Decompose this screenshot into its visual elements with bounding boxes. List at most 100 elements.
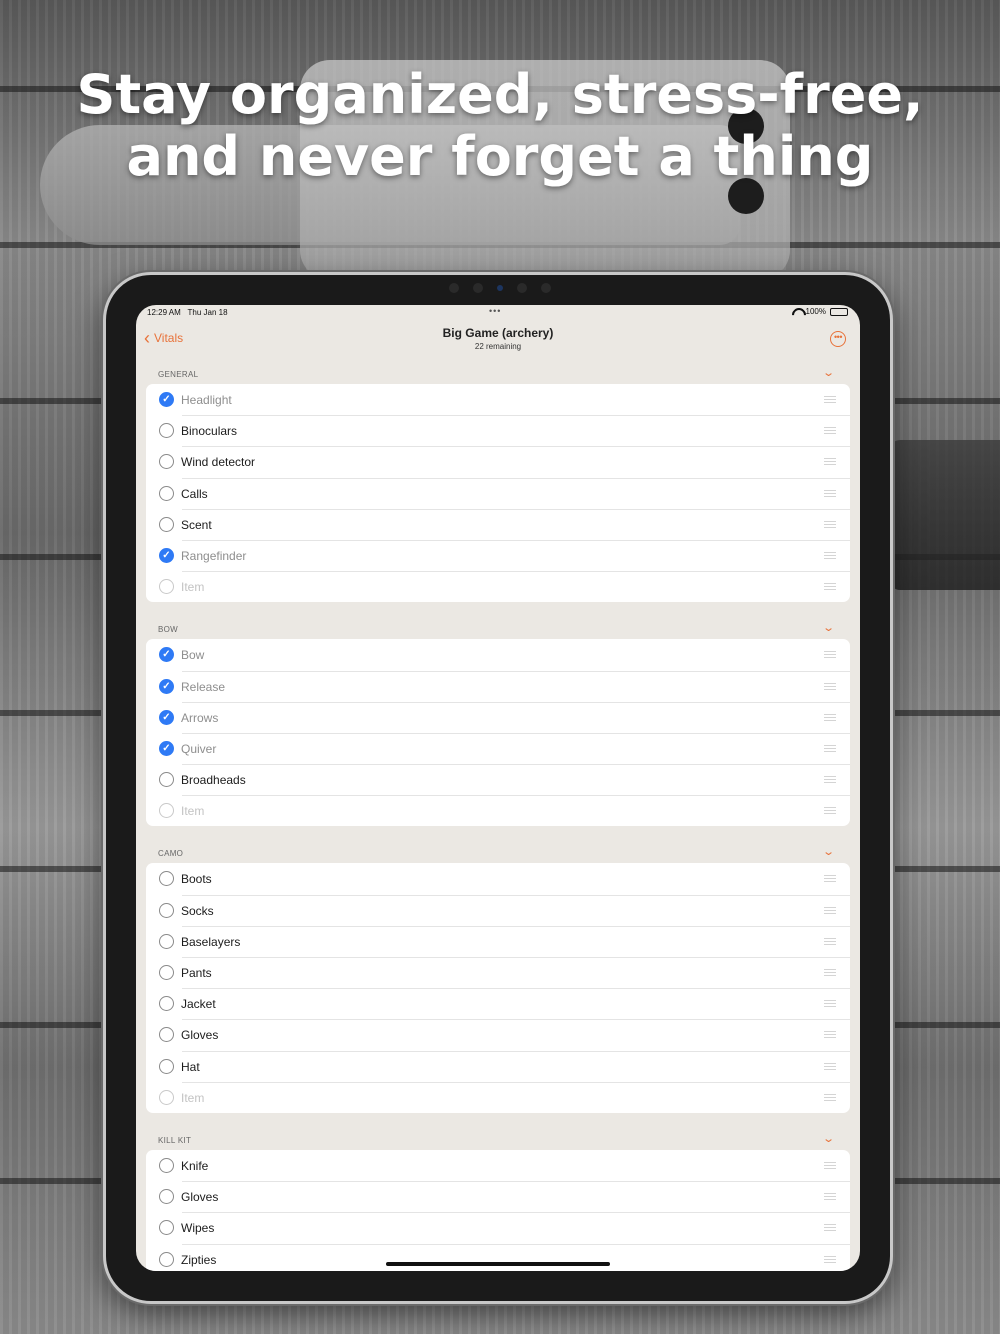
empty-circle-icon[interactable] (159, 1027, 174, 1043)
new-item-placeholder[interactable]: Item (181, 1091, 204, 1105)
list-item[interactable]: Hat (146, 1050, 850, 1082)
empty-circle-icon[interactable] (159, 1089, 174, 1105)
checked-circle-icon[interactable]: ✓ (159, 547, 174, 563)
chevron-down-icon[interactable]: ⌄ (823, 621, 836, 634)
drag-handle-icon[interactable] (824, 396, 836, 403)
section-header[interactable]: KILL KIT ⌄ (136, 1133, 860, 1150)
drag-handle-icon[interactable] (824, 1000, 836, 1008)
new-item-row[interactable]: Item (146, 1081, 850, 1113)
empty-circle-icon[interactable] (159, 454, 174, 470)
empty-circle-icon[interactable] (159, 516, 174, 532)
empty-circle-icon[interactable] (159, 871, 174, 887)
section-header[interactable]: BOW ⌄ (136, 622, 860, 639)
drag-handle-icon[interactable] (824, 489, 836, 497)
item-label: Headlight (181, 393, 232, 407)
empty-circle-icon[interactable] (159, 933, 174, 949)
list-item[interactable]: ✓ Headlight (146, 384, 850, 415)
empty-circle-icon[interactable] (159, 1251, 174, 1267)
drag-handle-icon[interactable] (824, 1161, 836, 1169)
drag-handle-icon[interactable] (824, 458, 836, 466)
list-item[interactable]: Zipties (146, 1243, 850, 1272)
drag-handle-icon[interactable] (824, 551, 836, 559)
item-label: Jacket (181, 997, 216, 1012)
drag-handle-icon[interactable] (824, 583, 836, 591)
new-item-row[interactable]: Item (146, 571, 850, 602)
chevron-down-icon[interactable]: ⌄ (823, 366, 836, 379)
list-item[interactable]: ✓ Release (146, 670, 850, 702)
chevron-down-icon[interactable]: ⌄ (823, 845, 836, 858)
empty-circle-icon[interactable] (159, 803, 174, 819)
empty-circle-icon[interactable] (159, 485, 174, 501)
list-item[interactable]: Gloves (146, 1019, 850, 1050)
section-bow: BOW ⌄ ✓ Bow ✓ Release ✓ Arrows ✓ Quiver Broadheads… (136, 622, 860, 827)
chevron-down-icon[interactable]: ⌄ (823, 1132, 836, 1145)
drag-handle-icon[interactable] (824, 906, 836, 914)
drag-handle-icon[interactable] (824, 1031, 836, 1039)
drag-handle-icon[interactable] (824, 807, 836, 815)
wifi-icon (792, 308, 802, 316)
drag-handle-icon[interactable] (824, 427, 836, 435)
checked-circle-icon[interactable]: ✓ (159, 740, 174, 756)
page-title: Big Game (archery) (442, 326, 554, 340)
list-item[interactable]: Wipes (146, 1212, 850, 1243)
drag-handle-icon[interactable] (824, 1255, 836, 1263)
drag-handle-icon[interactable] (824, 1093, 836, 1101)
list-item[interactable]: Broadheads (146, 764, 850, 795)
checked-circle-icon[interactable]: ✓ (159, 392, 174, 407)
list-item[interactable]: ✓ Rangefinder (146, 539, 850, 571)
item-label: Arrows (181, 710, 219, 725)
drag-handle-icon[interactable] (824, 682, 836, 690)
new-item-placeholder[interactable]: Item (181, 580, 204, 594)
list-item[interactable]: Gloves (146, 1181, 850, 1212)
checked-circle-icon[interactable]: ✓ (159, 709, 174, 725)
checked-circle-icon[interactable]: ✓ (159, 647, 174, 663)
list-item[interactable]: Pants (146, 957, 850, 988)
list-item[interactable]: Baselayers (146, 925, 850, 957)
empty-circle-icon[interactable] (159, 579, 174, 595)
list-item[interactable]: ✓ Bow (146, 639, 850, 670)
list-item[interactable]: Wind detector (146, 446, 850, 477)
empty-circle-icon[interactable] (159, 772, 174, 788)
status-bar: 12:29 AM Thu Jan 18 ••• 100% (136, 305, 860, 321)
list-item[interactable]: Calls (146, 477, 850, 509)
drag-handle-icon[interactable] (824, 875, 836, 883)
new-item-placeholder[interactable]: Item (181, 804, 204, 818)
drag-handle-icon[interactable] (824, 969, 836, 976)
drag-handle-icon[interactable] (824, 1224, 836, 1232)
empty-circle-icon[interactable] (159, 423, 174, 439)
empty-circle-icon[interactable] (159, 1058, 174, 1074)
drag-handle-icon[interactable] (824, 1193, 836, 1201)
more-options-icon[interactable]: ••• (830, 331, 846, 347)
drag-handle-icon[interactable] (824, 520, 836, 528)
item-label: Gloves (181, 1190, 219, 1205)
drag-handle-icon[interactable] (824, 744, 836, 752)
list-item[interactable]: ✓ Arrows (146, 701, 850, 733)
list-item[interactable]: Scent (146, 508, 850, 540)
list-item[interactable]: Jacket (146, 988, 850, 1019)
section-header[interactable]: GENERAL ⌄ (136, 367, 860, 384)
drag-handle-icon[interactable] (824, 776, 836, 784)
item-label: Zipties (181, 1252, 217, 1267)
item-label: Knife (181, 1158, 209, 1173)
drag-handle-icon[interactable] (824, 937, 836, 945)
empty-circle-icon[interactable] (159, 1189, 174, 1205)
drag-handle-icon[interactable] (824, 1062, 836, 1070)
empty-circle-icon[interactable] (159, 965, 174, 980)
home-indicator[interactable] (386, 1262, 610, 1266)
section-header[interactable]: CAMO ⌄ (136, 846, 860, 863)
list-item[interactable]: Knife (146, 1150, 850, 1181)
new-item-row[interactable]: Item (146, 795, 850, 826)
item-label: Release (181, 679, 226, 694)
empty-circle-icon[interactable] (159, 996, 174, 1012)
empty-circle-icon[interactable] (159, 1157, 174, 1173)
list-item[interactable]: Binoculars (146, 415, 850, 446)
list-item[interactable]: Boots (146, 863, 850, 894)
drag-handle-icon[interactable] (824, 713, 836, 721)
empty-circle-icon[interactable] (159, 902, 174, 918)
list-item[interactable]: ✓ Quiver (146, 732, 850, 764)
drag-handle-icon[interactable] (824, 651, 836, 659)
multitasking-dots[interactable]: ••• (489, 306, 501, 316)
empty-circle-icon[interactable] (159, 1220, 174, 1236)
list-item[interactable]: Socks (146, 894, 850, 926)
checked-circle-icon[interactable]: ✓ (159, 678, 174, 694)
